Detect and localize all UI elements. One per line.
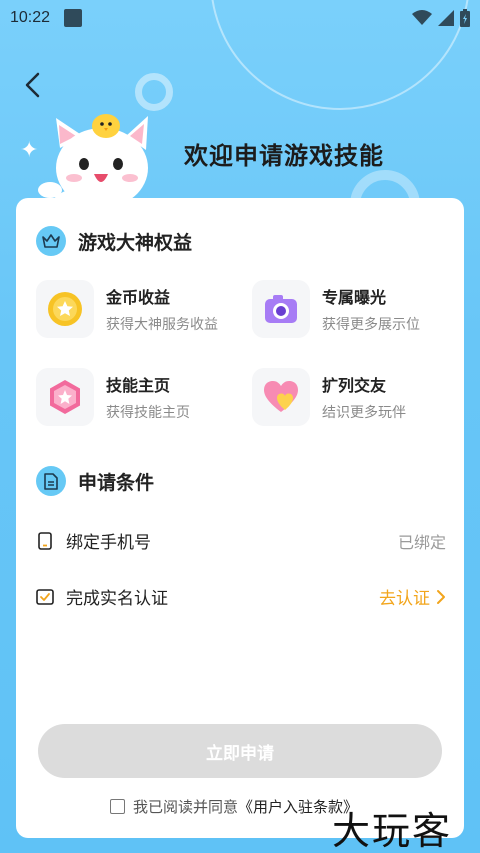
condition-label: 完成实名认证 bbox=[66, 589, 168, 609]
coin-icon bbox=[48, 292, 82, 326]
benefit-icon-box bbox=[36, 280, 94, 338]
benefit-icon-box bbox=[252, 280, 310, 338]
apply-button[interactable]: 立即申请 bbox=[38, 724, 442, 778]
benefit-icon-box bbox=[252, 368, 310, 426]
status-time: 10:22 bbox=[10, 9, 51, 26]
benefit-icon-box bbox=[36, 368, 94, 426]
benefit-desc: 结识更多玩伴 bbox=[322, 405, 406, 421]
watermark: 大玩客 bbox=[332, 809, 453, 853]
notification-icon bbox=[64, 9, 83, 27]
verify-link[interactable]: 去认证 bbox=[379, 584, 446, 609]
camera-icon bbox=[265, 295, 297, 323]
benefits-header: 游戏大神权益 bbox=[36, 226, 192, 256]
chevron-left-icon bbox=[25, 72, 40, 98]
verify-label: 去认证 bbox=[379, 589, 430, 609]
benefit-title: 扩列交友 bbox=[322, 376, 387, 395]
hexagon-star-icon bbox=[50, 380, 80, 414]
heart-icon bbox=[264, 381, 298, 412]
benefit-make-friends[interactable]: 扩列交友 结识更多玩伴 bbox=[252, 368, 406, 426]
condition-label: 绑定手机号 bbox=[66, 533, 151, 553]
benefit-title: 专属曝光 bbox=[322, 288, 387, 307]
benefit-exposure[interactable]: 专属曝光 获得更多展示位 bbox=[252, 280, 420, 338]
main-card: 游戏大神权益 金币收益 获得大神服务收益 专属曝光 获得更多展示位 技能主页 获… bbox=[16, 198, 464, 838]
sparkle-icon: ✦ bbox=[20, 138, 39, 163]
benefits-title: 游戏大神权益 bbox=[78, 231, 193, 254]
battery-icon bbox=[460, 9, 470, 27]
crown-icon bbox=[36, 226, 66, 256]
benefit-desc: 获得大神服务收益 bbox=[106, 317, 218, 333]
conditions-title: 申请条件 bbox=[78, 471, 155, 494]
agreement-checkbox[interactable] bbox=[110, 799, 125, 814]
condition-status: 已绑定 bbox=[397, 532, 446, 552]
back-button[interactable] bbox=[16, 68, 50, 102]
benefit-title: 金币收益 bbox=[106, 288, 171, 307]
phone-icon bbox=[36, 531, 54, 550]
wifi-icon bbox=[412, 10, 432, 25]
condition-real-name: 完成实名认证 去认证 bbox=[36, 584, 446, 609]
chevron-right-icon bbox=[437, 589, 445, 604]
document-icon bbox=[36, 466, 66, 496]
benefit-title: 技能主页 bbox=[106, 376, 171, 395]
conditions-header: 申请条件 bbox=[36, 466, 154, 496]
status-bar: 10:22 bbox=[0, 0, 480, 36]
benefit-desc: 获得更多展示位 bbox=[322, 317, 420, 333]
condition-bind-phone: 绑定手机号 已绑定 bbox=[36, 528, 446, 553]
benefit-desc: 获得技能主页 bbox=[106, 405, 190, 421]
benefit-skill-page[interactable]: 技能主页 获得技能主页 bbox=[36, 368, 190, 426]
id-check-icon bbox=[36, 588, 54, 606]
agreement-text: 我已阅读并同意 bbox=[133, 798, 239, 816]
page-title: 欢迎申请游戏技能 bbox=[184, 142, 384, 170]
agreement-row: 我已阅读并同意 《用户入驻条款》 bbox=[110, 796, 358, 817]
signal-icon bbox=[438, 10, 454, 26]
decor-ring bbox=[135, 73, 173, 111]
benefit-coin-income[interactable]: 金币收益 获得大神服务收益 bbox=[36, 280, 218, 338]
